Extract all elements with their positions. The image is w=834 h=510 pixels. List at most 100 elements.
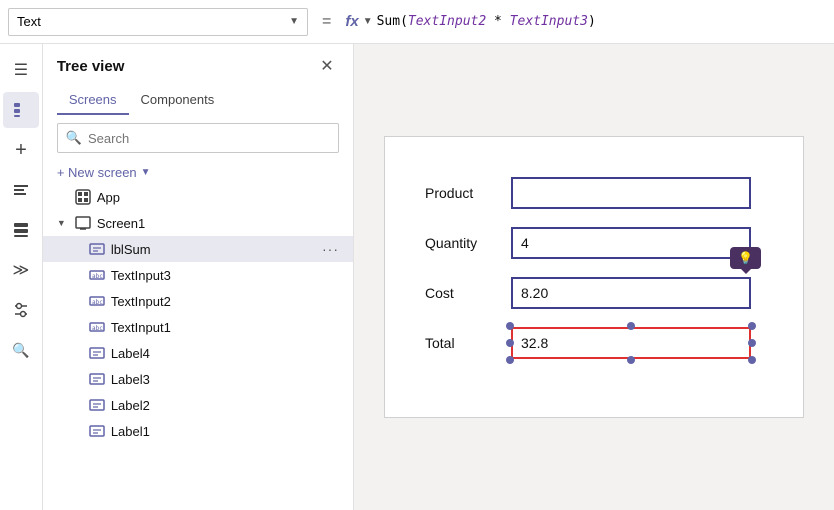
arrows-icon-btn[interactable]: ≫: [3, 252, 39, 288]
tree-items: App ▼ Screen1 lblSum ···: [43, 184, 353, 510]
svg-text:abc: abc: [92, 325, 103, 332]
label2-label: Label2: [111, 398, 339, 413]
formula-close: ): [588, 14, 596, 29]
left-sidebar-icons: ☰ + ≫: [0, 44, 43, 510]
app-label: App: [97, 190, 339, 205]
handle-mr: [748, 339, 756, 347]
textinput-icon-2: abc: [89, 293, 105, 309]
label1-label: Label1: [111, 424, 339, 439]
product-input[interactable]: [511, 177, 751, 209]
tree-item-textinput1[interactable]: abc TextInput1: [43, 314, 353, 340]
search-icon-btn[interactable]: 🔍: [3, 332, 39, 368]
handle-br: [748, 356, 756, 364]
property-dropdown-label: Text: [17, 14, 41, 29]
new-screen-chevron: ▼: [141, 167, 151, 178]
tree-item-label1[interactable]: Label1: [43, 418, 353, 444]
cost-tooltip: 💡: [730, 247, 761, 269]
tooltip-icon: 💡: [738, 251, 753, 265]
controls-icon-btn[interactable]: [3, 292, 39, 328]
tree-title: Tree view: [57, 58, 125, 75]
total-input-wrapper: [511, 327, 751, 359]
product-label: Product: [425, 185, 495, 201]
menu-icon-btn[interactable]: ☰: [3, 52, 39, 88]
tab-components[interactable]: Components: [129, 86, 227, 115]
add-icon-btn[interactable]: +: [3, 132, 39, 168]
handle-ml: [506, 339, 514, 347]
new-screen-button[interactable]: + New screen ▼: [43, 161, 353, 184]
equals-sign: =: [316, 13, 337, 31]
close-tree-button[interactable]: ✕: [315, 54, 339, 78]
data-icon-btn[interactable]: [3, 212, 39, 248]
formula-op: *: [486, 14, 509, 29]
handle-tl: [506, 322, 514, 330]
formula-func: Sum(: [377, 14, 408, 29]
tree-item-screen1[interactable]: ▼ Screen1: [43, 210, 353, 236]
tree-tabs: Screens Components: [43, 82, 353, 115]
tree-view-icon-btn[interactable]: [3, 92, 39, 128]
tree-item-label2[interactable]: Label2: [43, 392, 353, 418]
textinput2-label: TextInput2: [111, 294, 339, 309]
svg-text:abc: abc: [92, 299, 103, 306]
tree-item-label4[interactable]: Label4: [43, 340, 353, 366]
screen1-label: Screen1: [97, 216, 339, 231]
tab-screens[interactable]: Screens: [57, 86, 129, 115]
property-dropdown[interactable]: Text ▼: [8, 8, 308, 36]
label-icon-2: [89, 397, 105, 413]
textinput1-label: TextInput1: [111, 320, 339, 335]
formula-bar[interactable]: Sum(TextInput2 * TextInput3): [377, 14, 826, 29]
screen-icon: [75, 215, 91, 231]
controls-icon: [12, 301, 30, 319]
textinput3-label: TextInput3: [111, 268, 339, 283]
label-icon-1: [89, 423, 105, 439]
product-row: Product: [425, 177, 763, 209]
search-icon: 🔍: [66, 130, 82, 146]
tree-item-lblsum[interactable]: lblSum ···: [43, 236, 353, 262]
fx-bar: fx ▼ Sum(TextInput2 * TextInput3): [345, 13, 826, 30]
label-icon-3: [89, 371, 105, 387]
label-icon-4: [89, 345, 105, 361]
cost-label: Cost: [425, 285, 495, 301]
total-row: Total: [425, 327, 763, 359]
tree-item-label3[interactable]: Label3: [43, 366, 353, 392]
property-dropdown-chevron: ▼: [289, 16, 299, 27]
quantity-label: Quantity: [425, 235, 495, 251]
handle-bl: [506, 356, 514, 364]
textinput-icon-1: abc: [89, 319, 105, 335]
handle-tc: [627, 322, 635, 330]
cost-row: Cost 💡: [425, 277, 763, 309]
app-screen: Product Quantity Cost 💡 Tota: [384, 136, 804, 418]
total-input[interactable]: [511, 327, 751, 359]
tree-icon: [12, 101, 30, 119]
insert-icon-btn[interactable]: [3, 172, 39, 208]
label3-label: Label3: [111, 372, 339, 387]
handle-bc: [627, 356, 635, 364]
canvas-area: Product Quantity Cost 💡 Tota: [354, 44, 834, 510]
main-content: ☰ + ≫: [0, 44, 834, 510]
textinput-icon-3: abc: [89, 267, 105, 283]
formula-param2: TextInput3: [510, 14, 588, 29]
tree-panel: Tree view ✕ Screens Components 🔍 + New s…: [43, 44, 354, 510]
new-screen-label: + New screen: [57, 165, 137, 180]
cost-input[interactable]: [511, 277, 751, 309]
lblsum-menu[interactable]: ···: [322, 241, 339, 257]
label4-label: Label4: [111, 346, 339, 361]
tree-item-textinput3[interactable]: abc TextInput3: [43, 262, 353, 288]
tree-item-textinput2[interactable]: abc TextInput2: [43, 288, 353, 314]
search-input[interactable]: [88, 131, 330, 146]
label-icon-lblsum: [89, 241, 105, 257]
quantity-row: Quantity: [425, 227, 763, 259]
handle-tr: [748, 322, 756, 330]
cost-input-wrapper: 💡: [511, 277, 751, 309]
lblsum-label: lblSum: [111, 242, 316, 257]
total-label: Total: [425, 335, 495, 351]
svg-text:abc: abc: [92, 273, 103, 280]
tree-item-app[interactable]: App: [43, 184, 353, 210]
app-icon: [75, 189, 91, 205]
screen1-expand-icon: ▼: [57, 218, 69, 228]
fx-icon: fx: [345, 13, 358, 30]
quantity-input[interactable]: [511, 227, 751, 259]
tree-header: Tree view ✕: [43, 44, 353, 78]
top-bar: Text ▼ = fx ▼ Sum(TextInput2 * TextInput…: [0, 0, 834, 44]
fx-chevron: ▼: [363, 16, 373, 27]
search-box: 🔍: [57, 123, 339, 153]
